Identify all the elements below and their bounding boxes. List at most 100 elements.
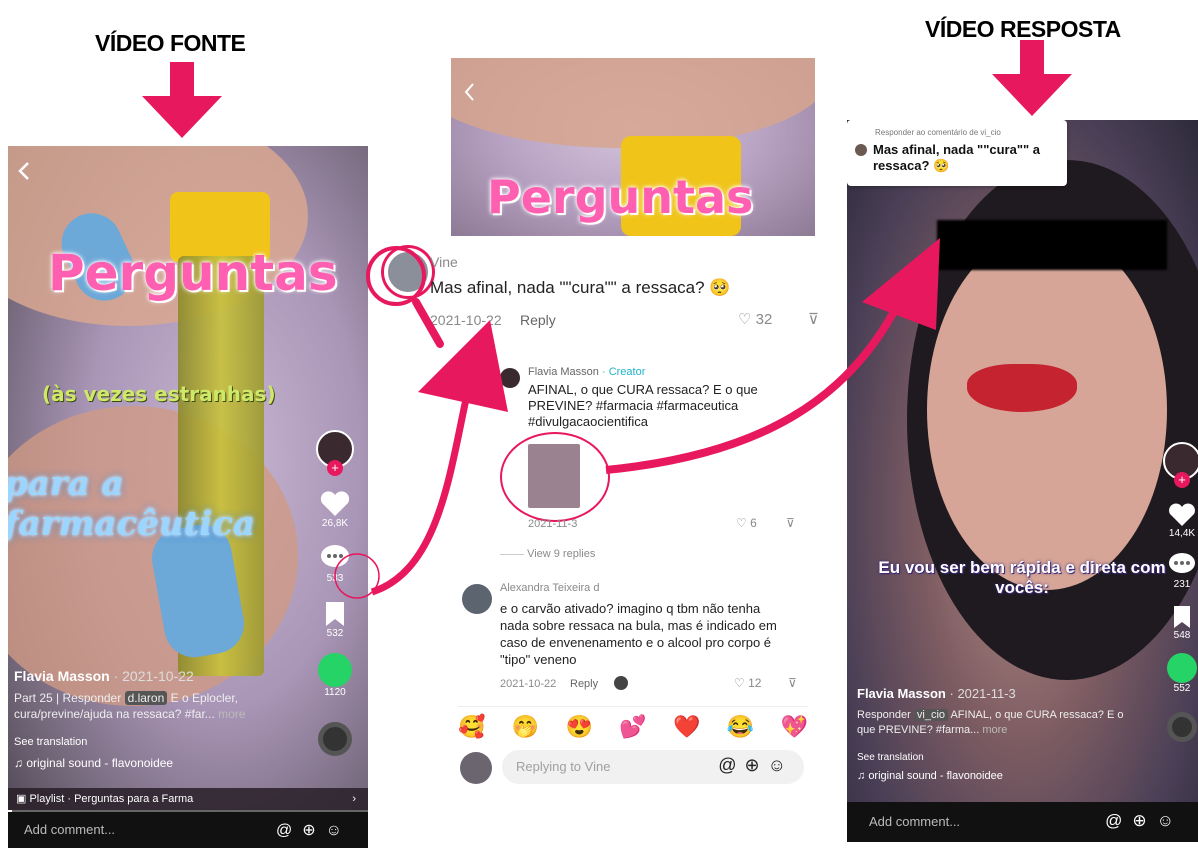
emoji-button[interactable]: 💕	[619, 714, 646, 740]
mention-icon[interactable]: @	[1105, 811, 1132, 830]
comment-icon[interactable]	[1167, 551, 1197, 579]
gift-icon[interactable]: ⊕	[302, 822, 325, 839]
view-replies-link[interactable]: View 9 replies	[500, 548, 595, 560]
source-video-screen: Perguntas (às vezes estranhas) para a fa…	[8, 146, 368, 848]
lips-image	[967, 364, 1077, 412]
chevron-right-icon: ›	[352, 793, 356, 805]
likes-count: 14,4K	[1168, 528, 1196, 539]
reply-author-line: Flavia Masson · Creator	[528, 366, 645, 378]
heart-icon[interactable]	[319, 490, 351, 518]
comment-tools: @⊕☺	[276, 820, 352, 840]
add-comment-bar[interactable]: Add comment... @⊕☺	[847, 802, 1198, 842]
gift-icon[interactable]: ⊕	[745, 755, 768, 775]
like-button[interactable]: ♡ 32	[738, 310, 772, 328]
comment-username[interactable]: Alexandra Teixeira d	[500, 582, 599, 594]
author-name[interactable]: Flavia Masson	[14, 668, 110, 684]
dislike-icon[interactable]: ⊽	[786, 516, 795, 530]
sound-label: original sound - flavonoidee	[26, 756, 174, 770]
reply-button[interactable]: Reply	[520, 312, 556, 328]
comment-tools: @⊕☺	[1105, 811, 1184, 831]
add-comment-input[interactable]: Add comment...	[869, 814, 960, 829]
heart-outline-icon: ♡	[738, 311, 752, 328]
comment-text: e o carvão ativado? imagino q tbm não te…	[500, 601, 777, 667]
responder-label: Responder	[857, 709, 911, 721]
post-caption: Part 25 | Responder d.laron E o Eplocler…	[14, 691, 246, 721]
emoji-button[interactable]: 😂	[727, 714, 754, 740]
reply-comment-sticker: Responder ao comentário de vi_cio Mas af…	[847, 120, 1067, 186]
bookmark-icon[interactable]	[324, 600, 346, 628]
add-comment-bar[interactable]: Add comment... @⊕☺	[8, 812, 368, 848]
overlay-title: Perguntas	[48, 244, 338, 302]
back-chevron-icon[interactable]	[463, 82, 477, 102]
response-video-heading: VÍDEO RESPOSTA	[925, 16, 1121, 42]
face-image	[927, 230, 1167, 590]
playlist-icon: ▣	[16, 793, 30, 805]
mention-chip[interactable]: d.laron	[124, 691, 168, 705]
author-line: Flavia Masson · 2021-10-22	[14, 668, 194, 684]
emoji-icon[interactable]: ☺	[326, 822, 352, 839]
sticker-header: Responder ao comentário de vi_cio	[875, 128, 1001, 137]
like-button[interactable]: ♡ 12	[734, 676, 761, 690]
follow-plus-icon[interactable]: +	[327, 460, 343, 476]
like-count: 12	[748, 676, 762, 690]
video-thumbnail-highlight	[500, 432, 610, 522]
emoji-button[interactable]: 💖	[781, 714, 808, 740]
reply-button[interactable]: Reply	[570, 678, 598, 690]
gift-icon[interactable]: ⊕	[1132, 811, 1156, 830]
hand-image	[451, 58, 815, 148]
emoji-button[interactable]: 🤭	[512, 714, 539, 740]
emoji-button[interactable]: ❤️	[673, 714, 700, 740]
author-name[interactable]: Flavia Masson	[857, 686, 946, 701]
shares-count: 1120	[324, 687, 346, 698]
overlay-title: Perguntas	[487, 170, 754, 224]
avatar[interactable]	[500, 368, 520, 388]
bookmark-icon[interactable]	[1172, 604, 1192, 630]
avatar[interactable]	[462, 584, 492, 614]
sticker-quote: Mas afinal, nada ""cura"" a ressaca? 🥺	[873, 142, 1040, 173]
emoji-icon[interactable]: ☺	[1157, 811, 1184, 830]
follow-plus-icon[interactable]: +	[1174, 472, 1190, 488]
add-comment-input[interactable]: Add comment...	[24, 822, 115, 837]
mention-icon[interactable]: @	[276, 822, 302, 839]
view-replies-label: View 9 replies	[527, 548, 596, 560]
whatsapp-share-icon[interactable]	[318, 653, 352, 687]
post-date: · 2021-11-3	[949, 686, 1016, 701]
avatar	[855, 144, 867, 156]
playlist-bar[interactable]: ▣ Playlist · Perguntas para a Farma ›	[8, 788, 368, 810]
music-disc-icon[interactable]	[1167, 712, 1197, 742]
reply-date: 2021-11-3	[528, 518, 578, 530]
divider	[458, 706, 808, 707]
comment-text: Mas afinal, nada ""cura"" a ressaca? 🥺	[430, 278, 731, 297]
see-translation-link[interactable]: See translation	[857, 752, 924, 763]
responder-label: Responder	[62, 691, 122, 705]
see-translation-link[interactable]: See translation	[14, 736, 87, 748]
heart-icon[interactable]	[1167, 502, 1197, 528]
bookmarks-count: 548	[1173, 630, 1191, 641]
sound-line[interactable]: ♫ original sound - flavonoidee	[14, 756, 173, 770]
comment-icon[interactable]	[319, 543, 351, 573]
mention-chip[interactable]: vi_cio	[913, 709, 949, 721]
reply-username[interactable]: Flavia Masson	[528, 366, 599, 378]
music-disc-icon[interactable]	[318, 722, 352, 756]
emoji-button[interactable]: 😍	[566, 714, 593, 740]
music-note-icon: ♫	[14, 756, 27, 770]
emoji-button[interactable]: 🥰	[458, 714, 485, 740]
like-count: 6	[750, 516, 757, 530]
reply-text: AFINAL, o que CURA ressaca? E o que PREV…	[528, 382, 758, 429]
more-link[interactable]: more	[218, 707, 245, 721]
reply-input[interactable]: Replying to Vine @⊕☺	[502, 750, 804, 784]
input-tools: @⊕☺	[718, 755, 794, 776]
dislike-icon[interactable]: ⊽	[808, 310, 819, 328]
video-thumbnail[interactable]	[528, 444, 580, 508]
more-link[interactable]: more	[982, 724, 1007, 736]
whatsapp-share-icon[interactable]	[1167, 653, 1197, 683]
censor-bar	[937, 220, 1167, 270]
back-chevron-icon[interactable]	[16, 160, 32, 182]
side-actions: + 14,4K 231 548 552	[1163, 442, 1198, 742]
like-button[interactable]: ♡ 6	[736, 516, 757, 530]
emoji-icon[interactable]: ☺	[768, 755, 794, 775]
dislike-icon[interactable]: ⊽	[788, 676, 797, 690]
comments-count: 533	[326, 573, 344, 584]
sound-line[interactable]: ♫ original sound - flavonoidee	[857, 770, 1003, 782]
mention-icon[interactable]: @	[718, 755, 744, 775]
